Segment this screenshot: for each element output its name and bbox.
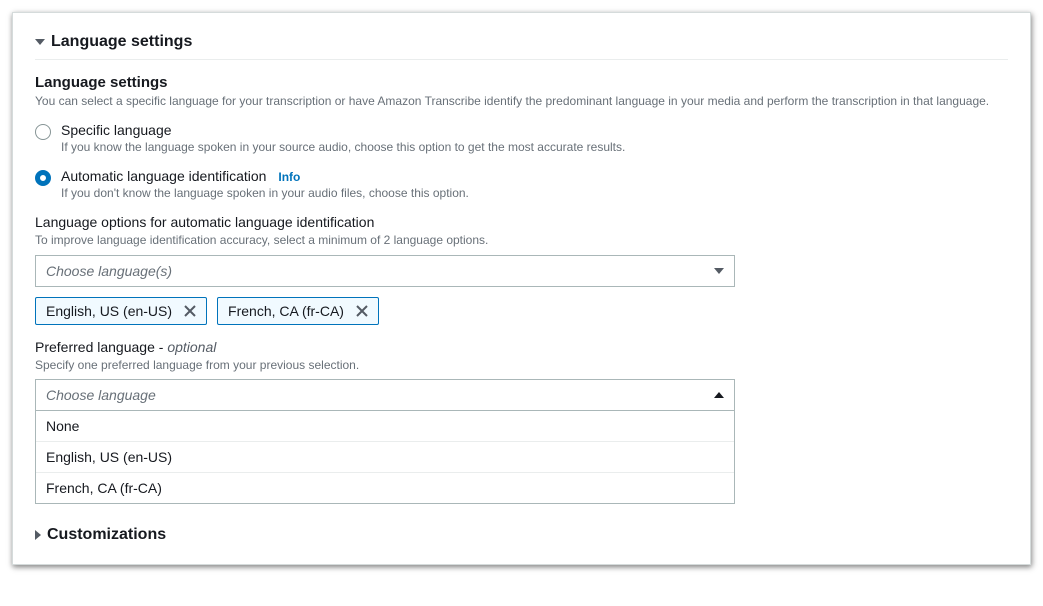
language-settings-header[interactable]: Language settings	[35, 29, 1008, 60]
language-token-fr-ca[interactable]: French, CA (fr-CA)	[217, 297, 379, 325]
language-options-placeholder: Choose language(s)	[46, 263, 172, 279]
language-options-field: Language options for automatic language …	[35, 214, 1008, 325]
close-icon[interactable]	[354, 303, 370, 319]
language-options-select[interactable]: Choose language(s)	[35, 255, 735, 287]
token-label: English, US (en-US)	[46, 303, 172, 319]
preferred-label-optional: optional	[167, 339, 216, 355]
radio-automatic-language[interactable]: Automatic language identification Info I…	[35, 168, 1008, 200]
close-icon[interactable]	[182, 303, 198, 319]
preferred-language-options-list: None English, US (en-US) French, CA (fr-…	[35, 411, 735, 504]
radio-specific-language[interactable]: Specific language If you know the langua…	[35, 122, 1008, 154]
token-label: French, CA (fr-CA)	[228, 303, 344, 319]
radio-automatic-label: Automatic language identification	[61, 168, 266, 184]
language-settings-body: Language settings You can select a speci…	[35, 74, 1008, 544]
preferred-option-fr-ca[interactable]: French, CA (fr-CA)	[36, 473, 734, 503]
language-description: You can select a specific language for y…	[35, 93, 1008, 110]
preferred-language-placeholder: Choose language	[46, 387, 156, 403]
preferred-language-field: Preferred language - optional Specify on…	[35, 339, 1008, 505]
panel-body: Language settings Language settings You …	[13, 13, 1030, 564]
preferred-option-none[interactable]: None	[36, 411, 734, 442]
radio-automatic-desc: If you don't know the language spoken in…	[61, 186, 469, 200]
settings-panel: Language settings Language settings You …	[12, 12, 1031, 565]
caret-down-icon	[714, 268, 724, 274]
preferred-language-select[interactable]: Choose language	[35, 379, 735, 411]
radio-specific-desc: If you know the language spoken in your …	[61, 140, 625, 154]
language-options-label: Language options for automatic language …	[35, 214, 1008, 230]
radio-automatic-content: Automatic language identification Info I…	[61, 168, 469, 200]
preferred-language-label: Preferred language - optional	[35, 339, 1008, 355]
preferred-option-en-us[interactable]: English, US (en-US)	[36, 442, 734, 473]
radio-specific-content: Specific language If you know the langua…	[61, 122, 625, 154]
preferred-language-desc: Specify one preferred language from your…	[35, 357, 1008, 374]
language-token-en-us[interactable]: English, US (en-US)	[35, 297, 207, 325]
selected-language-tokens: English, US (en-US) French, CA (fr-CA)	[35, 297, 1008, 325]
radio-selected-icon[interactable]	[35, 170, 51, 186]
language-subheading: Language settings	[35, 74, 1008, 91]
customizations-title: Customizations	[47, 526, 166, 544]
radio-specific-label: Specific language	[61, 122, 625, 138]
radio-unselected-icon[interactable]	[35, 124, 51, 140]
preferred-language-dropdown: Choose language None English, US (en-US)…	[35, 379, 735, 504]
radio-automatic-label-row: Automatic language identification Info	[61, 168, 469, 184]
caret-up-icon	[714, 392, 724, 398]
caret-right-icon	[35, 530, 41, 540]
info-link[interactable]: Info	[278, 170, 300, 184]
customizations-header[interactable]: Customizations	[35, 526, 1008, 544]
caret-down-icon	[35, 39, 45, 45]
language-options-desc: To improve language identification accur…	[35, 232, 1008, 249]
preferred-label-prefix: Preferred language -	[35, 339, 167, 355]
language-settings-title: Language settings	[51, 33, 192, 51]
language-mode-radio-group: Specific language If you know the langua…	[35, 122, 1008, 200]
